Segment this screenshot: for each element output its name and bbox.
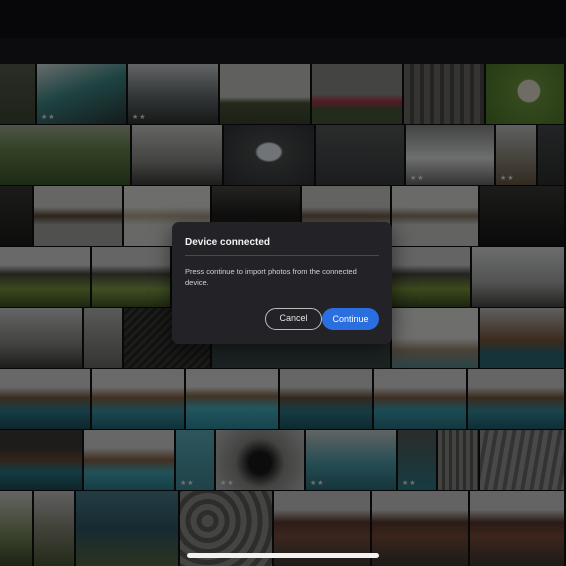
home-indicator[interactable]: [187, 553, 379, 558]
dialog-title: Device connected: [185, 237, 271, 248]
cancel-button[interactable]: Cancel: [265, 308, 322, 330]
device-connected-dialog: Device connected Press continue to impor…: [172, 222, 392, 344]
dialog-message: Press continue to import photos from the…: [185, 267, 357, 287]
dialog-divider: [185, 255, 379, 256]
continue-button[interactable]: Continue: [322, 308, 379, 330]
